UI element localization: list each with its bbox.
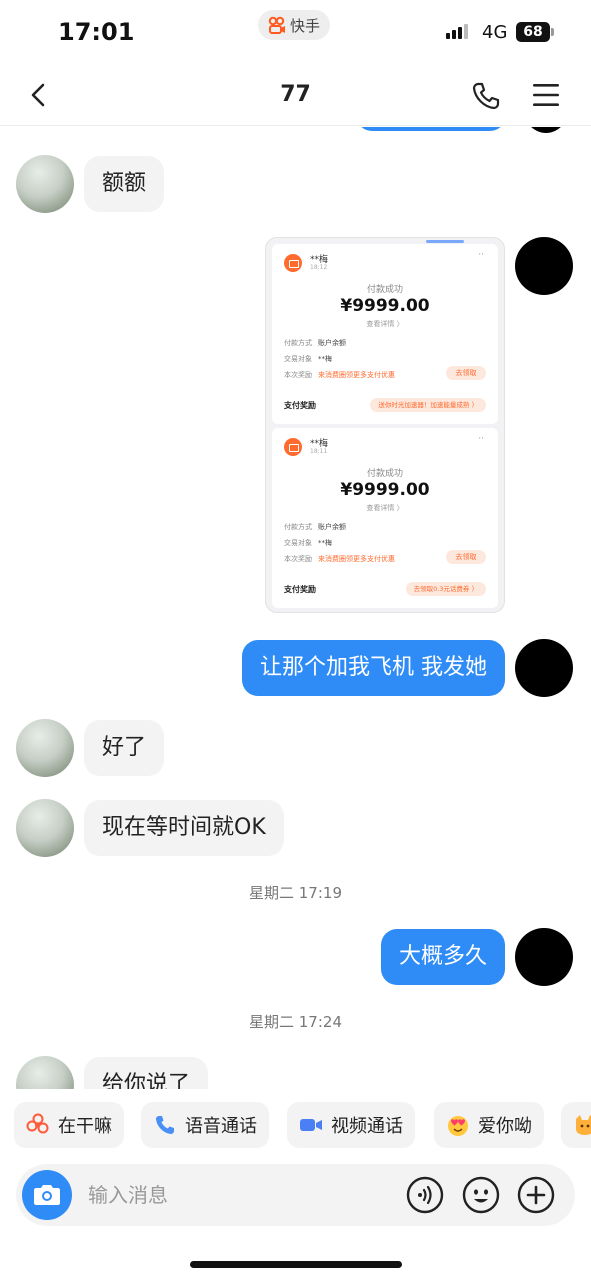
chat-header: 77	[0, 64, 591, 126]
status-time: 17:01	[58, 18, 135, 46]
row-label: 本次奖励	[284, 555, 312, 563]
battery-icon: 68	[516, 22, 554, 42]
message-bubble-received[interactable]: 额额	[84, 156, 165, 212]
receipt-amount: ¥9999.00	[340, 296, 430, 316]
quick-reply-chip[interactable]: 爱你呦	[434, 1102, 544, 1148]
receipt-status: 付款成功	[366, 469, 403, 479]
contact-avatar[interactable]	[16, 1056, 74, 1089]
quick-reply-chip[interactable]: 视频通话	[287, 1102, 415, 1148]
payment-receipt: **梅 18:12 ·· 付款成功 ¥9999.00 查看详情 〉 付款方式 账户…	[272, 244, 498, 424]
signal-icon	[446, 24, 468, 39]
network-type: 4G	[482, 22, 508, 43]
phone-icon[interactable]	[470, 80, 502, 112]
my-avatar[interactable]	[515, 928, 573, 986]
previous-avatar-partial	[522, 127, 570, 133]
status-bar: 17:01 快手 4G 68	[0, 0, 591, 64]
quick-reply-chip[interactable]	[561, 1102, 591, 1148]
row-value: 账户余额	[318, 339, 346, 347]
camera-button[interactable]	[22, 1170, 72, 1220]
receipt-reward-pill: 去领取0.3元话费券 〉	[405, 582, 486, 596]
image-top-strip	[426, 240, 464, 243]
cat-emoji-icon	[576, 1115, 591, 1135]
image-message-payment-screenshot[interactable]: **梅 18:12 ·· 付款成功 ¥9999.00 查看详情 〉 付款方式 账户…	[265, 237, 505, 613]
receipt-row: 交易对象 **梅	[284, 538, 332, 548]
camera-icon	[34, 1185, 60, 1205]
payment-app-logo-icon	[284, 438, 302, 456]
more-icon: ··	[478, 434, 484, 444]
receipt-reward-label: 支付奖励	[284, 585, 316, 594]
message-timestamp: 星期二 17:19	[249, 884, 342, 902]
row-value: 来消费圈领更多支付优惠	[318, 371, 395, 379]
quick-reply-label: 语音通话	[185, 1116, 257, 1137]
quick-reply-label: 在干嘛	[58, 1116, 112, 1137]
receipt-amount: ¥9999.00	[340, 480, 430, 500]
quick-reply-label: 视频通话	[331, 1116, 403, 1137]
app-indicator[interactable]: 快手	[258, 10, 331, 40]
row-label: 交易对象	[284, 355, 312, 363]
payment-app-logo-icon	[284, 254, 302, 272]
message-input[interactable]	[88, 1176, 388, 1214]
row-label: 付款方式	[284, 339, 312, 347]
message-list[interactable]: 额额 **梅 18:12 ·· 付款成功 ¥9999.00 查看详情 〉 付款方…	[0, 127, 591, 1089]
kuaishou-logo-icon	[268, 16, 285, 34]
receipt-row: 付款方式 账户余额	[284, 338, 346, 348]
receipt-reward-label: 支付奖励	[284, 401, 316, 410]
phone-icon	[156, 1116, 174, 1134]
video-camera-icon	[300, 1119, 322, 1131]
payment-receipt: **梅 18:11 ·· 付款成功 ¥9999.00 查看详情 〉 付款方式 账户…	[272, 428, 498, 608]
message-bubble-received[interactable]: 好了	[84, 720, 165, 776]
row-value: **梅	[318, 539, 332, 547]
receipt-detail-link: 查看详情 〉	[366, 320, 404, 328]
message-bubble-sent[interactable]: 大概多久	[380, 929, 505, 985]
message-composer	[16, 1164, 575, 1226]
receipt-status: 付款成功	[366, 285, 403, 295]
quick-reply-label: 爱你呦	[478, 1116, 532, 1137]
more-icon: ··	[478, 250, 484, 260]
menu-icon[interactable]	[532, 82, 560, 108]
heart-eyes-emoji-icon	[448, 1116, 468, 1136]
message-bubble-received[interactable]: 现在等时间就OK	[84, 800, 284, 856]
flower-icon	[26, 1113, 49, 1134]
row-label: 本次奖励	[284, 371, 312, 379]
smiley-icon[interactable]	[462, 1176, 500, 1214]
chat-title: 77	[280, 82, 311, 107]
row-value: **梅	[318, 355, 332, 363]
contact-avatar[interactable]	[16, 799, 74, 857]
quick-reply-chip[interactable]: 语音通话	[141, 1102, 269, 1148]
receipt-claim-button: 去领取	[446, 550, 486, 564]
receipt-row: 付款方式 账户余额	[284, 522, 346, 532]
receipt-reward-pill: 送你时光加速器！加速能量成熟 〉	[370, 398, 486, 412]
home-indicator[interactable]	[190, 1261, 402, 1268]
app-indicator-label: 快手	[290, 16, 321, 35]
row-value: 来消费圈领更多支付优惠	[318, 555, 395, 563]
my-avatar[interactable]	[515, 237, 573, 295]
contact-avatar[interactable]	[16, 155, 74, 213]
voice-icon[interactable]	[406, 1176, 444, 1214]
message-bubble-received[interactable]: 给你说了	[84, 1057, 209, 1089]
previous-message-partial	[356, 127, 506, 131]
row-label: 付款方式	[284, 523, 312, 531]
row-label: 交易对象	[284, 539, 312, 547]
row-value: 账户余额	[318, 523, 346, 531]
contact-avatar[interactable]	[16, 719, 74, 777]
receipt-row: 本次奖励 来消费圈领更多支付优惠	[284, 554, 395, 564]
message-bubble-sent[interactable]: 让那个加我飞机 我发她	[242, 640, 505, 696]
message-timestamp: 星期二 17:24	[249, 1013, 342, 1031]
quick-reply-bar: 在干嘛 语音通话 视频通话 爱你呦	[0, 1100, 591, 1150]
plus-icon[interactable]	[517, 1176, 555, 1214]
my-avatar[interactable]	[515, 639, 573, 697]
quick-reply-chip[interactable]: 在干嘛	[14, 1102, 124, 1148]
receipt-row: 交易对象 **梅	[284, 354, 332, 364]
receipt-detail-link: 查看详情 〉	[366, 504, 404, 512]
receipt-time: 18:11	[310, 448, 328, 455]
receipt-row: 本次奖励 来消费圈领更多支付优惠	[284, 370, 395, 380]
receipt-time: 18:12	[310, 264, 328, 271]
receipt-claim-button: 去领取	[446, 366, 486, 380]
